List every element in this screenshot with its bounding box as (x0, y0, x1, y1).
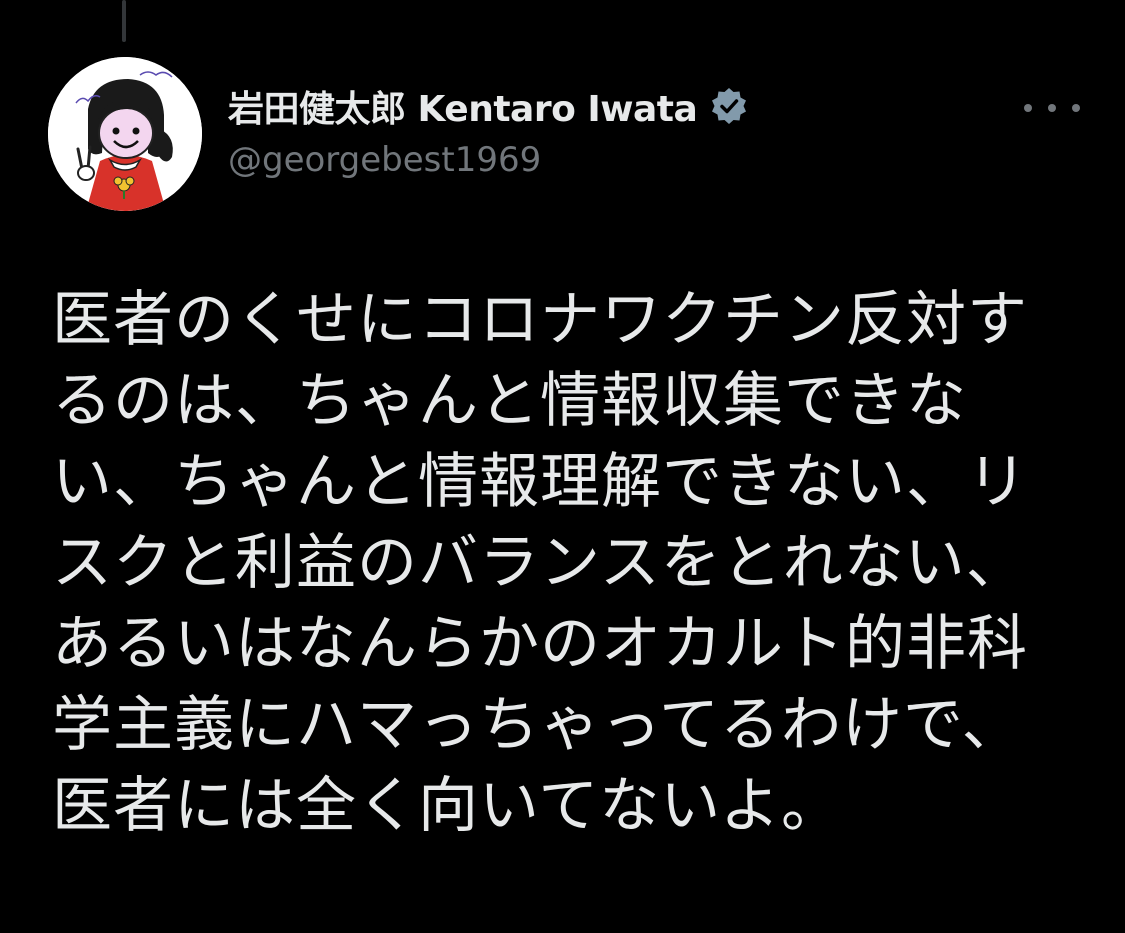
tweet-text: 医者のくせにコロナワクチン反対す るのは、ちゃんと情報収集できな い、ちゃんと情… (52, 280, 1102, 847)
author-avatar[interactable] (48, 57, 202, 211)
more-dot (1024, 104, 1032, 112)
more-dot (1072, 104, 1080, 112)
cartoon-avatar-icon (48, 57, 202, 211)
tweet-text-line: あるいはなんらかのオカルト的非科 (52, 609, 1028, 679)
more-dot (1048, 104, 1056, 112)
verified-badge-icon (709, 86, 749, 126)
tweet-text-line: スクと利益のバランスをとれない、 (52, 528, 1027, 598)
tweet-text-line: るのは、ちゃんと情報収集できな (52, 366, 967, 436)
tweet-text-line: 医者のくせにコロナワクチン反対す (52, 285, 1028, 355)
tweet-text-line: 学主義にハマっちゃってるわけで、 (52, 690, 1023, 760)
tweet-text-line: 医者には全く向いてないよ。 (52, 771, 842, 841)
tweet-text-line: い、ちゃんと情報理解できない、リ (52, 447, 1028, 517)
author-name-row[interactable]: 岩田健太郎 Kentaro Iwata (228, 78, 749, 134)
author-handle[interactable]: @georgebest1969 (228, 140, 541, 180)
author-display-name[interactable]: 岩田健太郎 Kentaro Iwata (228, 80, 698, 132)
thread-connector-line (122, 0, 126, 42)
more-horizontal-icon[interactable] (1024, 88, 1080, 128)
